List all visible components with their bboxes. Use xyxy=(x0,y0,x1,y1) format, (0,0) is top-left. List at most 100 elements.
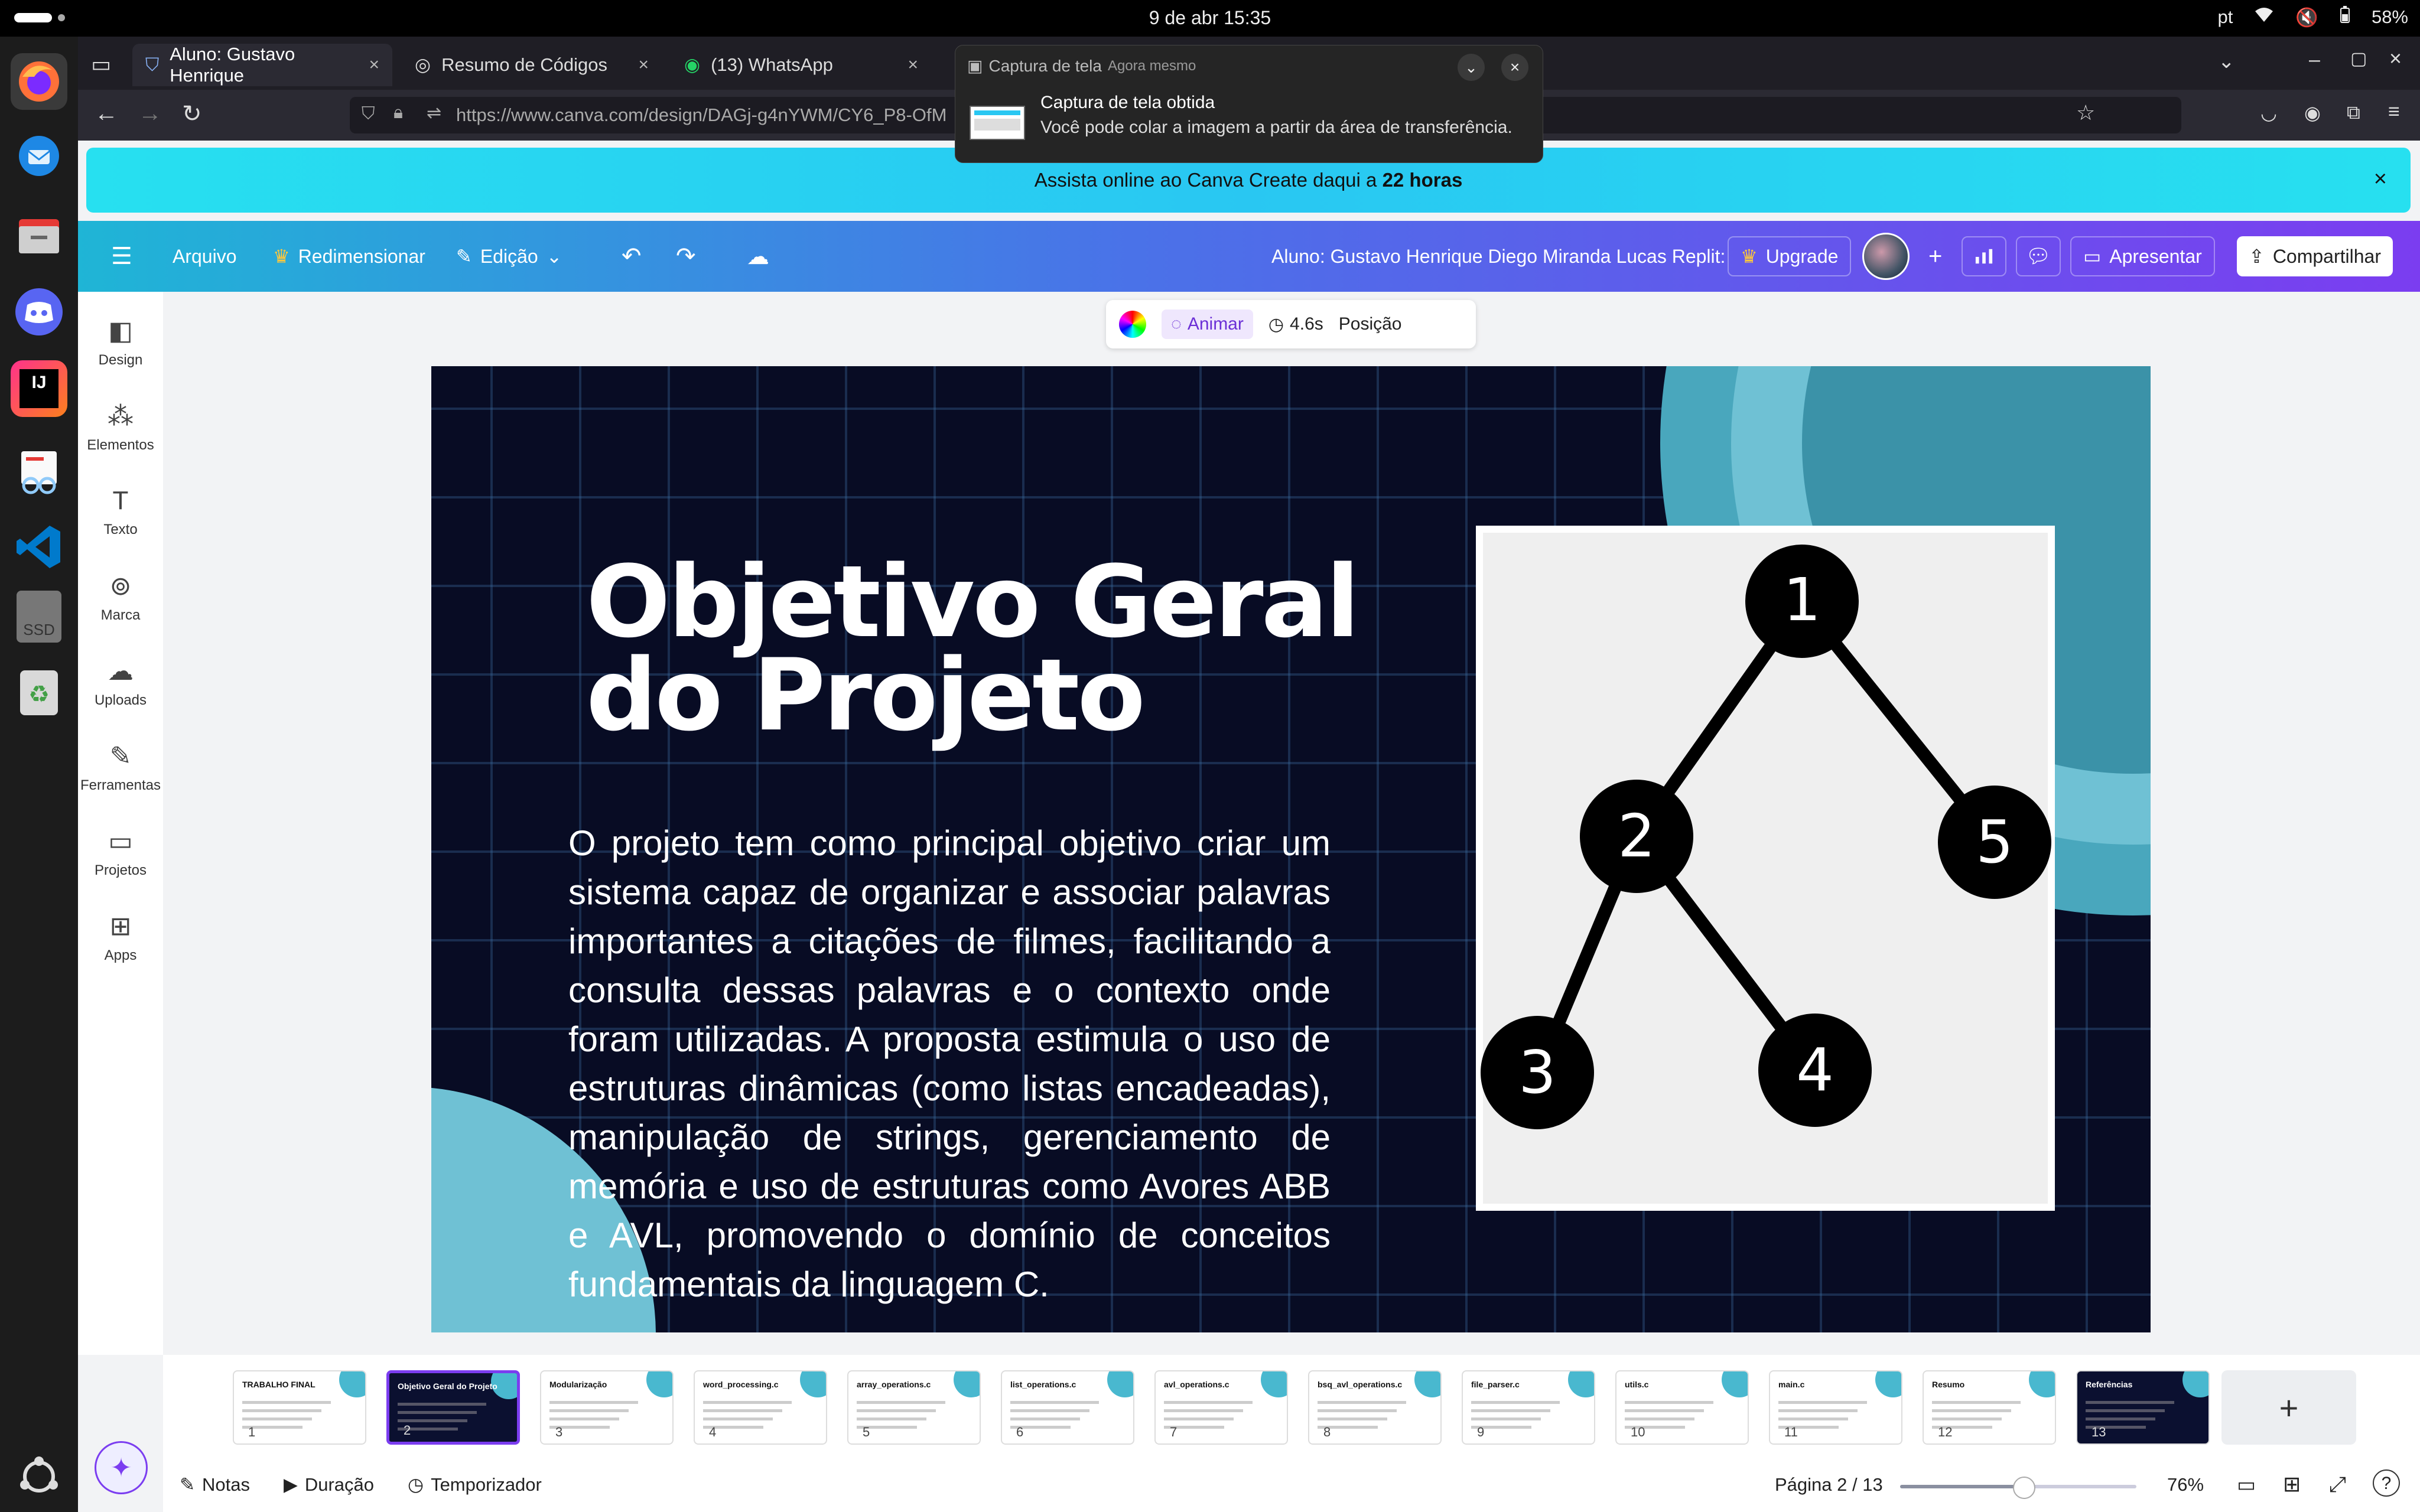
account-icon[interactable]: ◉ xyxy=(2304,102,2321,124)
pocket-icon[interactable]: ◡ xyxy=(2260,102,2277,124)
tracking-shield-icon[interactable]: ⛉ xyxy=(362,104,375,124)
zoom-slider[interactable] xyxy=(1900,1477,2136,1499)
ssd-drive-icon[interactable]: SSD xyxy=(11,588,67,645)
back-icon[interactable]: ← xyxy=(95,100,118,127)
sidebar-item-projects[interactable]: ▭ Projetos xyxy=(78,814,163,891)
extensions-icon[interactable]: ⧉ xyxy=(2347,102,2360,124)
resize-button[interactable]: ♛ Redimensionar xyxy=(261,236,437,276)
tab-list-icon[interactable]: ▭ xyxy=(91,52,111,77)
close-banner-icon[interactable]: × xyxy=(2374,167,2387,192)
page-thumbnail[interactable]: list_operations.c 6 xyxy=(1001,1370,1134,1445)
tab-resumo[interactable]: ◎ Resumo de Códigos × xyxy=(402,44,662,86)
insights-icon[interactable] xyxy=(1962,236,2006,276)
intellij-icon[interactable]: IJ xyxy=(11,360,67,417)
duration-toggle-button[interactable]: ▶ Duração xyxy=(284,1474,374,1495)
menu-icon[interactable]: ≡ xyxy=(2388,100,2400,123)
document-title[interactable]: Aluno: Gustavo Henrique Diego Miranda Lu… xyxy=(1260,236,1737,276)
page-thumbnail[interactable]: Resumo 12 xyxy=(1923,1370,2056,1445)
undo-icon[interactable]: ↶ xyxy=(610,236,653,276)
tab-whatsapp[interactable]: ◉ (13) WhatsApp × xyxy=(671,44,931,86)
add-collaborator-icon[interactable]: + xyxy=(1917,236,1954,276)
animate-button[interactable]: ◌ Animar xyxy=(1162,309,1253,339)
zoom-slider-handle[interactable] xyxy=(2013,1477,2035,1499)
sidebar-item-label: Elementos xyxy=(87,436,154,453)
comment-icon[interactable]: 💬︎ xyxy=(2016,236,2061,276)
file-menu-button[interactable]: Arquivo xyxy=(161,236,249,276)
avatar[interactable] xyxy=(1862,233,1910,280)
page-thumbnail[interactable]: Modularização 3 xyxy=(540,1370,674,1445)
page-thumbnail[interactable]: main.c 11 xyxy=(1769,1370,1902,1445)
share-button[interactable]: ⇪ Compartilhar xyxy=(2237,236,2393,276)
system-tray[interactable]: pt 🔇 58% xyxy=(2217,6,2408,28)
help-icon[interactable]: ? xyxy=(2373,1469,2400,1497)
edit-mode-button[interactable]: ✎ Edição ⌄ xyxy=(444,236,574,276)
main-menu-icon[interactable]: ☰ xyxy=(99,236,144,276)
slide-title[interactable]: Objetivo Geral do Projeto xyxy=(586,552,1413,745)
redo-icon[interactable]: ↷ xyxy=(664,236,708,276)
grid-view-icon[interactable]: ⊞ xyxy=(2283,1472,2301,1497)
close-tab-icon[interactable]: × xyxy=(369,55,379,75)
page-thumbnail[interactable]: Referências 13 xyxy=(2076,1370,2210,1445)
page-thumbnail[interactable]: Objetivo Geral do Projeto 2 xyxy=(386,1370,520,1445)
discord-icon[interactable] xyxy=(11,284,67,340)
forward-icon[interactable]: → xyxy=(138,100,162,127)
sidebar-item-apps[interactable]: ⊞ Apps xyxy=(78,899,163,976)
sidebar-item-uploads[interactable]: ☁ Uploads xyxy=(78,644,163,721)
screenshot-notification[interactable]: ▣ Captura de tela Agora mesmo ⌄ × Captur… xyxy=(955,45,1543,163)
chevron-down-icon[interactable]: ⌄ xyxy=(2218,50,2235,73)
present-button[interactable]: ▭ Apresentar xyxy=(2070,236,2215,276)
page-thumbnail[interactable]: TRABALHO FINAL 1 xyxy=(233,1370,366,1445)
document-viewer-icon[interactable] xyxy=(11,444,67,501)
add-page-button[interactable]: + xyxy=(2221,1370,2356,1445)
animate-label: Animar xyxy=(1187,314,1244,334)
tab-canva[interactable]: ⛉ Aluno: Gustavo Henrique × xyxy=(132,44,392,86)
clock-icon: ◷ xyxy=(1268,314,1284,334)
page-thumbnail[interactable]: array_operations.c 5 xyxy=(847,1370,981,1445)
minimize-icon[interactable]: – xyxy=(2309,48,2320,71)
close-tab-icon[interactable]: × xyxy=(908,55,918,75)
sidebar-item-tools[interactable]: ✎ Ferramentas xyxy=(78,729,163,806)
system-clock[interactable]: 9 de abr 15:35 xyxy=(0,7,2420,29)
position-button[interactable]: Posição xyxy=(1339,314,1402,334)
zoom-level[interactable]: 76% xyxy=(2167,1474,2204,1495)
page-indicator[interactable]: Página 2 / 13 xyxy=(1775,1474,1883,1495)
sidebar-item-label: Ferramentas xyxy=(80,777,161,793)
files-icon[interactable] xyxy=(11,208,67,265)
page-thumbnail[interactable]: avl_operations.c 7 xyxy=(1154,1370,1288,1445)
apps-grid-icon[interactable] xyxy=(11,1448,67,1505)
permissions-icon[interactable]: ⇌ xyxy=(427,103,441,123)
slide-body-text[interactable]: O projeto tem como principal objetivo cr… xyxy=(568,819,1331,1309)
page-thumbnail[interactable]: utils.c 10 xyxy=(1615,1370,1749,1445)
close-tab-icon[interactable]: × xyxy=(638,55,649,75)
page-thumbnail[interactable]: file_parser.c 9 xyxy=(1462,1370,1595,1445)
lock-icon[interactable]: 🔒︎ xyxy=(393,103,403,123)
cloud-save-icon[interactable]: ☁ xyxy=(735,236,781,276)
close-notification-icon[interactable]: × xyxy=(1501,54,1528,81)
color-picker-icon[interactable] xyxy=(1119,311,1146,338)
bookmark-star-icon[interactable]: ☆ xyxy=(2076,100,2095,125)
language-indicator[interactable]: pt xyxy=(2217,6,2233,28)
expand-notification-icon[interactable]: ⌄ xyxy=(1458,54,1485,81)
fullscreen-icon[interactable]: ⤢ xyxy=(2329,1472,2346,1497)
sidebar-item-brand[interactable]: ⊚ Marca xyxy=(78,559,163,636)
close-window-icon[interactable]: × xyxy=(2389,46,2402,71)
sidebar-item-design[interactable]: ◧ Design xyxy=(78,304,163,380)
vscode-icon[interactable] xyxy=(11,519,67,575)
timer-button[interactable]: ◷ Temporizador xyxy=(408,1474,542,1495)
notes-button[interactable]: ✎ Notas xyxy=(180,1474,250,1495)
duration-button[interactable]: ◷ 4.6s xyxy=(1268,314,1323,335)
sidebar-item-elements[interactable]: ⁂ Elementos xyxy=(78,389,163,465)
reload-icon[interactable]: ↻ xyxy=(182,100,202,128)
page-view-icon[interactable]: ▭ xyxy=(2237,1473,2256,1497)
trash-icon[interactable]: ♻ xyxy=(11,664,67,721)
sidebar-item-text[interactable]: T Texto xyxy=(78,474,163,550)
upgrade-button[interactable]: ♛ Upgrade xyxy=(1728,236,1852,276)
page-thumbnail[interactable]: word_processing.c 4 xyxy=(694,1370,827,1445)
slide-canvas[interactable]: Objetivo Geral do Projeto O projeto tem … xyxy=(431,366,2151,1332)
binary-tree-image[interactable]: 1 2 5 3 4 xyxy=(1476,526,2055,1211)
page-thumbnail[interactable]: bsq_avl_operations.c 8 xyxy=(1308,1370,1442,1445)
maximize-icon[interactable]: ▢ xyxy=(2350,48,2367,69)
thunderbird-icon[interactable] xyxy=(11,128,67,184)
firefox-icon[interactable] xyxy=(11,53,67,110)
magic-assistant-icon[interactable]: ✦ xyxy=(95,1441,148,1494)
